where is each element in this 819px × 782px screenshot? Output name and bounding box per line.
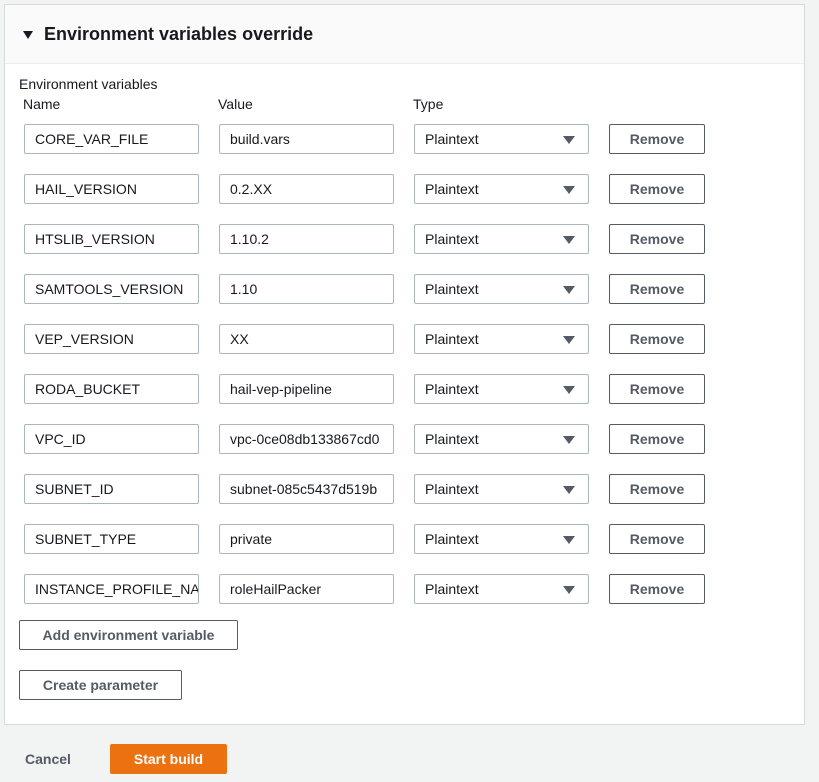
env-var-row: SUBNET_TYPE private Plaintext Remove <box>24 524 724 554</box>
remove-button[interactable]: Remove <box>609 574 705 604</box>
remove-button[interactable]: Remove <box>609 524 705 554</box>
env-var-row: VEP_VERSION XX Plaintext Remove <box>24 324 724 354</box>
env-var-type-value: Plaintext <box>425 131 479 147</box>
env-var-name-input[interactable]: SUBNET_ID <box>24 474 199 504</box>
env-var-name-input[interactable]: VEP_VERSION <box>24 324 199 354</box>
env-var-row: VPC_ID vpc-0ce08db133867cd0 Plaintext Remov… <box>24 424 724 454</box>
dropdown-arrow-icon <box>563 436 575 444</box>
env-var-type-select[interactable]: Plaintext <box>414 274 589 304</box>
env-var-value-input[interactable]: roleHailPacker <box>219 574 394 604</box>
cancel-button[interactable]: Cancel <box>25 751 71 767</box>
start-build-button[interactable]: Start build <box>110 744 227 774</box>
env-var-value-input[interactable]: build.vars <box>219 124 394 154</box>
dropdown-arrow-icon <box>563 286 575 294</box>
remove-button[interactable]: Remove <box>609 424 705 454</box>
column-label-value: Value <box>218 96 253 112</box>
remove-button[interactable]: Remove <box>609 174 705 204</box>
env-var-type-value: Plaintext <box>425 431 479 447</box>
env-var-row: HTSLIB_VERSION 1.10.2 Plaintext Remove <box>24 224 724 254</box>
env-var-name-input[interactable]: HTSLIB_VERSION <box>24 224 199 254</box>
env-var-name-input[interactable]: SAMTOOLS_VERSION <box>24 274 199 304</box>
env-var-name-input[interactable]: RODA_BUCKET <box>24 374 199 404</box>
env-var-value-input[interactable]: private <box>219 524 394 554</box>
env-var-type-value: Plaintext <box>425 331 479 347</box>
create-parameter-button[interactable]: Create parameter <box>19 670 182 700</box>
env-var-type-select[interactable]: Plaintext <box>414 524 589 554</box>
env-var-type-value: Plaintext <box>425 581 479 597</box>
env-var-name-input[interactable]: HAIL_VERSION <box>24 174 199 204</box>
env-var-value-input[interactable]: XX <box>219 324 394 354</box>
dropdown-arrow-icon <box>563 186 575 194</box>
dropdown-arrow-icon <box>563 136 575 144</box>
remove-button[interactable]: Remove <box>609 274 705 304</box>
dropdown-arrow-icon <box>563 486 575 494</box>
env-var-value-input[interactable]: 0.2.XX <box>219 174 394 204</box>
env-vars-override-panel: Environment variables override <box>4 4 805 725</box>
env-var-type-select[interactable]: Plaintext <box>414 174 589 204</box>
add-environment-variable-button[interactable]: Add environment variable <box>19 620 238 650</box>
env-var-name-input[interactable]: INSTANCE_PROFILE_NAI <box>24 574 199 604</box>
remove-button[interactable]: Remove <box>609 124 705 154</box>
env-var-name-input[interactable]: VPC_ID <box>24 424 199 454</box>
env-var-type-value: Plaintext <box>425 531 479 547</box>
env-var-type-select[interactable]: Plaintext <box>414 324 589 354</box>
env-var-type-select[interactable]: Plaintext <box>414 574 589 604</box>
env-var-type-value: Plaintext <box>425 481 479 497</box>
env-var-value-input[interactable]: 1.10.2 <box>219 224 394 254</box>
remove-button[interactable]: Remove <box>609 474 705 504</box>
env-var-type-select[interactable]: Plaintext <box>414 374 589 404</box>
env-var-name-input[interactable]: SUBNET_TYPE <box>24 524 199 554</box>
column-label-name: Name <box>23 96 61 112</box>
panel-header[interactable]: Environment variables override <box>5 5 804 64</box>
env-var-row: RODA_BUCKET hail-vep-pipeline Plaintext Rem… <box>24 374 724 404</box>
env-var-value-input[interactable]: hail-vep-pipeline <box>219 374 394 404</box>
dropdown-arrow-icon <box>563 536 575 544</box>
column-label-type: Type <box>413 96 444 112</box>
env-var-type-select[interactable]: Plaintext <box>414 224 589 254</box>
dropdown-arrow-icon <box>563 236 575 244</box>
env-var-type-value: Plaintext <box>425 231 479 247</box>
caret-down-icon[interactable] <box>23 31 33 39</box>
dropdown-arrow-icon <box>563 336 575 344</box>
env-var-type-value: Plaintext <box>425 181 479 197</box>
env-var-row: INSTANCE_PROFILE_NAI roleHailPacker Plaint… <box>24 574 724 604</box>
remove-button[interactable]: Remove <box>609 224 705 254</box>
env-var-name-input[interactable]: CORE_VAR_FILE <box>24 124 199 154</box>
env-var-type-select[interactable]: Plaintext <box>414 424 589 454</box>
dropdown-arrow-icon <box>563 586 575 594</box>
env-var-type-value: Plaintext <box>425 281 479 297</box>
panel-title: Environment variables override <box>44 23 314 44</box>
remove-button[interactable]: Remove <box>609 374 705 404</box>
env-var-row: SUBNET_ID subnet-085c5437d519b Plaintext Re… <box>24 474 724 504</box>
remove-button[interactable]: Remove <box>609 324 705 354</box>
env-var-type-select[interactable]: Plaintext <box>414 474 589 504</box>
env-var-type-value: Plaintext <box>425 381 479 397</box>
env-var-row: SAMTOOLS_VERSION 1.10 Plaintext Remove <box>24 274 724 304</box>
env-var-value-input[interactable]: subnet-085c5437d519b <box>219 474 394 504</box>
env-var-value-input[interactable]: vpc-0ce08db133867cd0 <box>219 424 394 454</box>
env-var-value-input[interactable]: 1.10 <box>219 274 394 304</box>
env-var-type-select[interactable]: Plaintext <box>414 124 589 154</box>
env-var-row: HAIL_VERSION 0.2.XX Plaintext Remove <box>24 174 724 204</box>
dropdown-arrow-icon <box>563 386 575 394</box>
section-label: Environment variables <box>19 76 158 92</box>
env-var-row: CORE_VAR_FILE build.vars Plaintext Remove <box>24 124 724 154</box>
